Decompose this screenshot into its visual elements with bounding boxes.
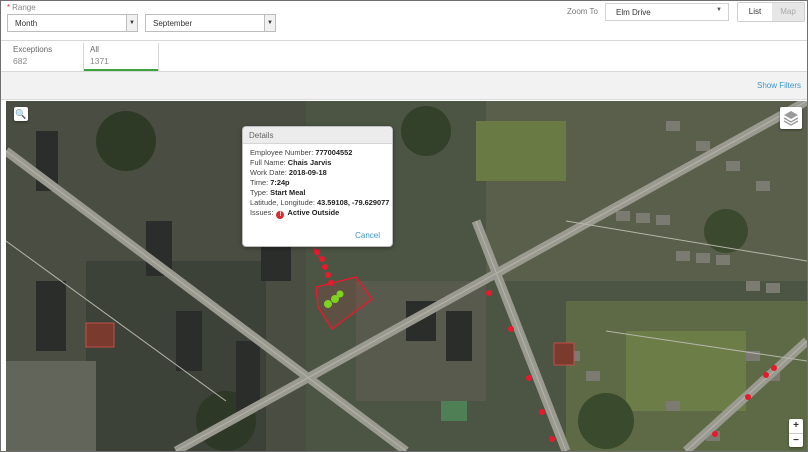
- type-label: Type:: [250, 188, 269, 197]
- zoom-out-button[interactable]: −: [789, 433, 803, 447]
- chevron-down-icon: ▼: [716, 7, 722, 13]
- divider: [1, 40, 807, 41]
- filter-bar: Show Filters: [1, 72, 807, 100]
- cancel-button[interactable]: Cancel: [355, 231, 380, 240]
- latlng-row: Latitude, Longitude: 43.59108, -79.62907…: [250, 198, 389, 208]
- issues-label: Issues:: [250, 208, 274, 217]
- work-date-row: Work Date: 2018-09-18: [250, 168, 385, 178]
- list-view-button[interactable]: List: [738, 3, 772, 21]
- issues-value: Active Outside: [287, 208, 340, 217]
- tab-exceptions[interactable]: Exceptions 682: [7, 43, 58, 71]
- full-name-row: Full Name: Chais Jarvis: [250, 158, 385, 168]
- map-imagery: [6, 101, 807, 451]
- show-filters-link[interactable]: Show Filters: [757, 81, 801, 90]
- period-select[interactable]: Month ▼: [7, 14, 138, 32]
- app-frame: * Range Month ▼ September ▼ Zoom To Elm D…: [0, 0, 808, 452]
- employee-number-row: Employee Number: 777004552: [250, 148, 385, 158]
- zoom-to-value: Elm Drive: [616, 8, 651, 17]
- employee-number-label: Employee Number:: [250, 148, 314, 157]
- type-value: Start Meal: [270, 188, 306, 197]
- employee-number-value: 777004552: [315, 148, 353, 157]
- warning-icon: !: [276, 211, 285, 219]
- view-toggle: List Map: [737, 2, 805, 22]
- work-date-value: 2018-09-18: [288, 168, 327, 177]
- month-select-value: September: [153, 19, 193, 28]
- full-name-value: Chais Jarvis: [287, 158, 332, 167]
- map-layers-button[interactable]: [780, 107, 802, 129]
- chevron-down-icon: ▼: [264, 15, 275, 31]
- tab-all-label: All: [90, 45, 99, 54]
- satellite-map[interactable]: 🔍 + −: [6, 101, 807, 451]
- period-select-value: Month: [15, 19, 38, 28]
- details-popup: Details Employee Number: 777004552 Full …: [242, 126, 393, 247]
- range-label: * Range: [7, 3, 36, 12]
- time-label: Time:: [250, 178, 269, 187]
- chevron-down-icon: ▼: [126, 15, 137, 31]
- map-view-button[interactable]: Map: [772, 3, 804, 21]
- tab-all-count: 1371: [90, 56, 109, 66]
- full-name-label: Full Name:: [250, 158, 286, 167]
- tab-exceptions-label: Exceptions: [13, 45, 53, 54]
- range-label-text: Range: [12, 3, 36, 12]
- latlng-value: 43.59108, -79.629077: [317, 198, 390, 207]
- tab-exceptions-count: 682: [13, 56, 28, 66]
- issues-row: Issues: ! Active Outside: [250, 208, 385, 219]
- zoom-in-button[interactable]: +: [789, 419, 803, 433]
- time-row: Time: 7:24p: [250, 178, 385, 188]
- required-mark: *: [7, 3, 11, 12]
- tab-all[interactable]: All 1371: [83, 43, 159, 72]
- zoom-to-label: Zoom To: [567, 7, 598, 16]
- month-select[interactable]: September ▼: [145, 14, 276, 32]
- map-search-button[interactable]: 🔍: [14, 107, 28, 121]
- layers-icon: [783, 111, 799, 126]
- work-date-label: Work Date:: [250, 168, 287, 177]
- type-row: Type: Start Meal: [250, 188, 385, 198]
- map-zoom-control: + −: [789, 419, 803, 447]
- details-title: Details: [243, 127, 392, 144]
- time-value: 7:24p: [270, 178, 290, 187]
- search-icon: 🔍: [15, 109, 27, 119]
- zoom-to-select[interactable]: Elm Drive ▼: [605, 3, 729, 21]
- latlng-label: Latitude, Longitude:: [250, 198, 315, 207]
